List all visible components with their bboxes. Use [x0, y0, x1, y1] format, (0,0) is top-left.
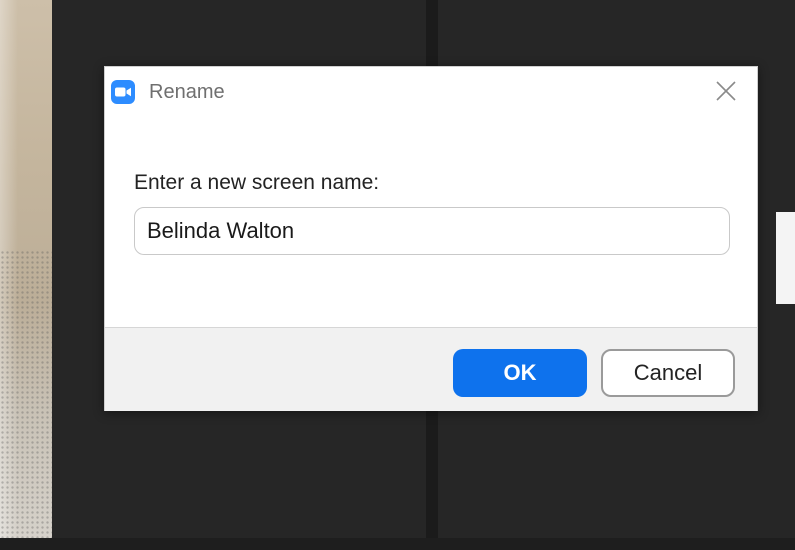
- close-button[interactable]: [713, 78, 739, 104]
- ok-button[interactable]: OK: [453, 349, 587, 397]
- dialog-footer: OK Cancel: [105, 327, 757, 411]
- dialog-title-bar: Rename: [105, 67, 757, 115]
- meeting-background: Rename Enter a new screen name: OK Cance…: [0, 0, 795, 550]
- cancel-button[interactable]: Cancel: [601, 349, 735, 397]
- bottom-edge: [0, 538, 795, 550]
- participant-video-tile-edge: [776, 212, 795, 304]
- video-floor-texture: [0, 250, 52, 550]
- screen-name-input[interactable]: [134, 207, 730, 255]
- screen-name-label: Enter a new screen name:: [134, 171, 380, 194]
- dialog-title: Rename: [149, 81, 225, 103]
- close-icon: [716, 81, 736, 101]
- zoom-camera-icon: [111, 80, 135, 104]
- participant-video-tile: [0, 0, 52, 550]
- rename-dialog: Rename Enter a new screen name: OK Cance…: [104, 66, 758, 411]
